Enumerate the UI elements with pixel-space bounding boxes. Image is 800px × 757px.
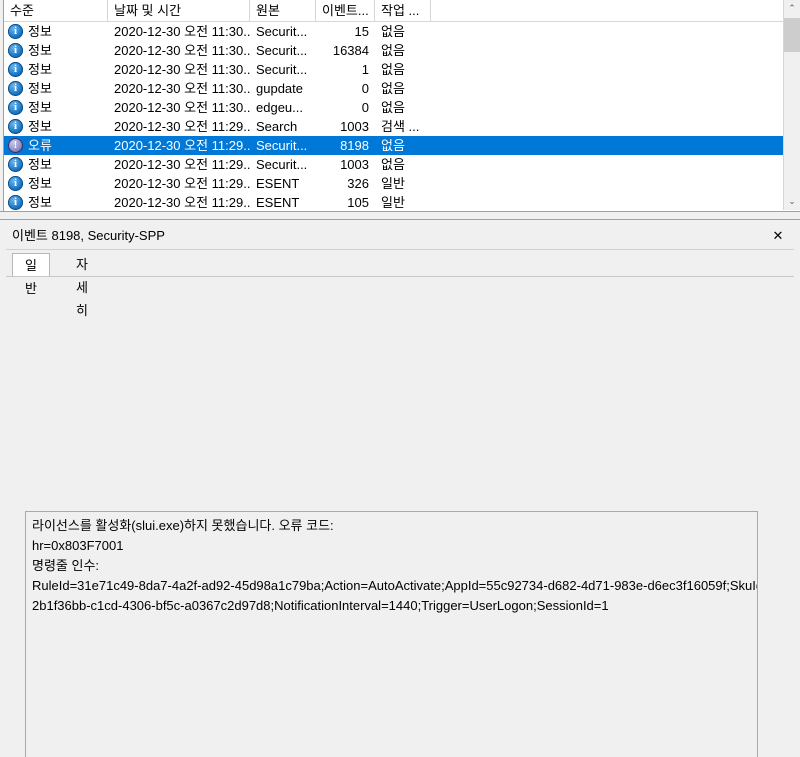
pane-splitter[interactable] — [0, 211, 800, 219]
message-line: 명령줄 인수: — [32, 558, 100, 573]
event-detail-pane: 이벤트 8198, Security-SPP ✕ 일반 자세히 라이선스를 활성화… — [0, 219, 800, 757]
detail-title-bar: 이벤트 8198, Security-SPP ✕ — [6, 225, 794, 247]
message-line: 라이선스를 활성화(slui.exe)하지 못했습니다. 오류 코드: — [32, 518, 334, 533]
page-title: 이벤트 8198, Security-SPP — [12, 228, 165, 243]
cell-event: 16384 — [332, 43, 369, 58]
cell-level: 정보 — [28, 176, 52, 191]
title-divider — [6, 249, 794, 250]
event-message-box[interactable]: 라이선스를 활성화(slui.exe)하지 못했습니다. 오류 코드: hr=0x… — [25, 511, 758, 757]
table-row[interactable]: i 정보 2020-12-30 오전 11:30... gupdate 0 없음 — [4, 79, 787, 98]
cell-event: 8198 — [340, 138, 369, 153]
cell-source: Securit... — [256, 24, 308, 39]
cell-level: 정보 — [28, 62, 52, 77]
column-header-date[interactable]: 날짜 및 시간 — [108, 0, 250, 22]
tabs-underline — [6, 276, 794, 277]
table-row[interactable]: i 정보 2020-12-30 오전 11:29... Securit... 1003 없… — [4, 155, 787, 174]
cell-task: 없음 — [381, 138, 405, 153]
cell-date: 2020-12-30 오전 11:29... — [114, 176, 250, 191]
cell-level: 정보 — [28, 43, 52, 58]
cell-date: 2020-12-30 오전 11:29... — [114, 195, 250, 210]
cell-date: 2020-12-30 오전 11:29... — [114, 138, 250, 153]
cell-date: 2020-12-30 오전 11:29... — [114, 157, 250, 172]
cell-event: 15 — [354, 24, 369, 39]
cell-task: 없음 — [381, 43, 405, 58]
event-list-pane: 수준 날짜 및 시간 원본 이벤트... 작업 ... i 정보 2020-12-30 오전… — [0, 0, 800, 219]
column-header-level[interactable]: 수준 — [4, 0, 108, 22]
cell-task: 검색 ... — [381, 119, 420, 134]
table-row[interactable]: i 정보 2020-12-30 오전 11:29... Search 1003 검색 ..… — [4, 117, 787, 136]
cell-source: gupdate — [256, 81, 303, 96]
cell-event: 105 — [347, 195, 369, 210]
cell-task: 일반 — [381, 176, 405, 191]
table-row[interactable]: i 정보 2020-12-30 오전 11:30... Securit... 16384… — [4, 41, 787, 60]
message-line: RuleId=31e71c49-8da7-4a2f-ad92-45d98a1c7… — [32, 578, 758, 593]
event-list-vertical-scrollbar[interactable]: ⌃ ⌄ — [783, 0, 800, 210]
tab-details[interactable]: 자세히 — [64, 253, 100, 318]
cell-source: Securit... — [256, 62, 308, 77]
cell-source: Securit... — [256, 43, 308, 58]
cell-source: Search — [256, 119, 298, 134]
cell-level: 정보 — [28, 119, 52, 134]
close-icon[interactable]: ✕ — [768, 226, 788, 246]
event-list-header: 수준 날짜 및 시간 원본 이벤트... 작업 ... — [4, 0, 787, 22]
cell-date: 2020-12-30 오전 11:30... — [114, 81, 250, 96]
cell-date: 2020-12-30 오전 11:30... — [114, 43, 250, 58]
column-header-source[interactable]: 원본 — [250, 0, 316, 22]
table-row[interactable]: i 정보 2020-12-30 오전 11:29... ESENT 105 일반 — [4, 193, 787, 212]
scroll-down-arrow-icon[interactable]: ⌄ — [784, 193, 800, 210]
cell-task: 없음 — [381, 81, 405, 96]
cell-date: 2020-12-30 오전 11:30... — [114, 24, 250, 39]
cell-level: 정보 — [28, 195, 52, 210]
cell-source: ESENT — [256, 176, 300, 191]
cell-event: 0 — [361, 100, 369, 115]
message-line: 2b1f36bb-c1cd-4306-bf5c-a0367c2d97d8;Not… — [32, 598, 609, 613]
scrollbar-thumb[interactable] — [784, 18, 800, 52]
detail-right-margin — [794, 220, 800, 757]
cell-level: 정보 — [28, 100, 52, 115]
cell-source: edgeu... — [256, 100, 303, 115]
scroll-up-arrow-icon[interactable]: ⌃ — [784, 0, 800, 17]
cell-level: 정보 — [28, 157, 52, 172]
cell-event: 1003 — [340, 119, 369, 134]
cell-task: 없음 — [381, 24, 405, 39]
cell-task: 없음 — [381, 62, 405, 77]
cell-task: 없음 — [381, 100, 405, 115]
event-list-rows[interactable]: i 정보 2020-12-30 오전 11:30... Securit... 15 없음 i… — [4, 22, 787, 219]
cell-date: 2020-12-30 오전 11:30... — [114, 100, 250, 115]
table-row[interactable]: i 정보 2020-12-30 오전 11:30... edgeu... 0 없음 — [4, 98, 787, 117]
column-header-task[interactable]: 작업 ... — [375, 0, 431, 22]
cell-task: 일반 — [381, 195, 405, 210]
tab-general[interactable]: 일반 — [12, 253, 50, 296]
cell-event: 0 — [361, 81, 369, 96]
cell-event: 1003 — [340, 157, 369, 172]
event-viewer-window: 수준 날짜 및 시간 원본 이벤트... 작업 ... i 정보 2020-12-30 오전… — [0, 0, 800, 757]
cell-event: 1 — [361, 62, 369, 77]
table-row[interactable]: i 정보 2020-12-30 오전 11:30... Securit... 15 없음 — [4, 22, 787, 41]
cell-level: 오류 — [28, 138, 52, 153]
cell-source: Securit... — [256, 157, 308, 172]
cell-level: 정보 — [28, 81, 52, 96]
table-row[interactable]: ! 오류 2020-12-30 오전 11:29... Securit... 8198 없… — [4, 136, 787, 155]
cell-task: 없음 — [381, 157, 405, 172]
table-row[interactable]: i 정보 2020-12-30 오전 11:30... Securit... 1 없음 — [4, 60, 787, 79]
cell-source: ESENT — [256, 195, 300, 210]
message-line: hr=0x803F7001 — [32, 538, 124, 553]
cell-level: 정보 — [28, 24, 52, 39]
column-header-event[interactable]: 이벤트... — [316, 0, 375, 22]
cell-date: 2020-12-30 오전 11:29... — [114, 119, 250, 134]
cell-event: 326 — [347, 176, 369, 191]
cell-date: 2020-12-30 오전 11:30... — [114, 62, 250, 77]
table-row[interactable]: i 정보 2020-12-30 오전 11:29... ESENT 326 일반 — [4, 174, 787, 193]
cell-source: Securit... — [256, 138, 308, 153]
